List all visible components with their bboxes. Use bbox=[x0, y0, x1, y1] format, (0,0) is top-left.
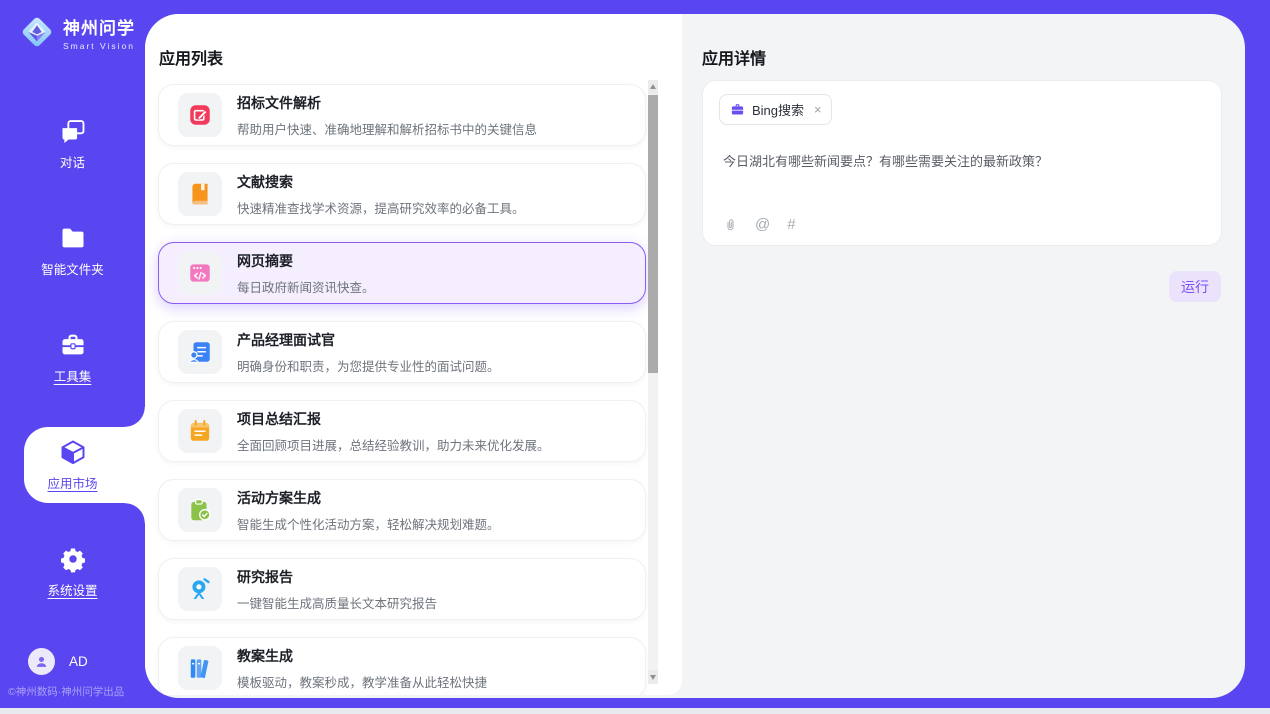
report-note-icon bbox=[178, 409, 222, 453]
diamond-logo-icon bbox=[18, 13, 56, 51]
app-card-name: 文献搜索 bbox=[237, 172, 525, 192]
sidebar-nav: 对话 智能文件夹 工具集 应用市场 系统设置 bbox=[0, 106, 145, 610]
app-card-web-summary[interactable]: 网页摘要 每日政府新闻资讯快查。 bbox=[158, 242, 646, 304]
app-card-project-summary[interactable]: 项目总结汇报 全面回顾项目进展，总结经验教训，助力未来优化发展。 bbox=[158, 400, 646, 462]
sidebar-item-settings[interactable]: 系统设置 bbox=[0, 534, 145, 610]
sidebar-item-chat[interactable]: 对话 bbox=[0, 106, 145, 182]
clipboard-check-icon bbox=[178, 488, 222, 532]
app-card-name: 活动方案生成 bbox=[237, 488, 500, 508]
scrollbar bbox=[648, 80, 658, 684]
edit-doc-icon bbox=[178, 93, 222, 137]
mention-icon[interactable]: @ bbox=[755, 216, 770, 233]
nav-item-label: 对话 bbox=[60, 152, 85, 171]
scrollbar-thumb[interactable] bbox=[648, 95, 658, 373]
scrollbar-down-button[interactable] bbox=[648, 670, 658, 684]
sidebar: 神州问学 Smart Vision 对话 智能文件夹 工具集 应用市场 系统设置… bbox=[0, 0, 145, 708]
app-list-title: 应用列表 bbox=[159, 45, 223, 69]
attachment-icon[interactable] bbox=[723, 217, 738, 233]
app-card-desc: 快速精准查找学术资源，提高研究效率的必备工具。 bbox=[237, 198, 525, 217]
cube-icon bbox=[59, 438, 87, 466]
research-icon bbox=[178, 567, 222, 611]
tool-tag-label: Bing搜索 bbox=[752, 100, 804, 119]
brand-subtitle: Smart Vision bbox=[63, 41, 135, 51]
app-detail-title: 应用详情 bbox=[702, 45, 766, 69]
briefcase-icon bbox=[730, 102, 745, 117]
toolbox-icon bbox=[59, 331, 87, 359]
books-icon bbox=[178, 646, 222, 690]
app-card-desc: 明确身份和职责，为您提供专业性的面试问题。 bbox=[237, 356, 500, 375]
app-card-name: 网页摘要 bbox=[237, 251, 375, 271]
user-row[interactable]: AD bbox=[28, 648, 88, 675]
brand-name: 神州问学 bbox=[63, 14, 135, 39]
web-code-icon bbox=[178, 251, 222, 295]
chat-icon bbox=[59, 117, 87, 145]
nav-item-label: 智能文件夹 bbox=[41, 259, 104, 278]
user-label: AD bbox=[69, 654, 88, 669]
app-detail-panel: 应用详情 Bing搜索 × 今日湖北有哪些新闻要点？有哪些需要关注的最新政策？ bbox=[682, 14, 1245, 698]
tool-tag-bing-search: Bing搜索 × bbox=[719, 94, 832, 125]
app-card-desc: 智能生成个性化活动方案，轻松解决规划难题。 bbox=[237, 514, 500, 533]
hash-icon[interactable]: # bbox=[787, 216, 795, 233]
close-icon[interactable]: × bbox=[814, 103, 822, 116]
book-icon bbox=[178, 172, 222, 216]
content-area: 应用列表 招标文件解析 帮助用户快速、准确地理解和解析招标书中的关键信息 文献搜… bbox=[145, 14, 1245, 698]
app-card-event-plan[interactable]: 活动方案生成 智能生成个性化活动方案，轻松解决规划难题。 bbox=[158, 479, 646, 541]
user-avatar-icon bbox=[28, 648, 55, 675]
sidebar-item-toolkit[interactable]: 工具集 bbox=[0, 320, 145, 396]
run-button[interactable]: 运行 bbox=[1169, 271, 1221, 302]
nav-item-label: 系统设置 bbox=[47, 580, 97, 599]
app-card-bid-doc-analysis[interactable]: 招标文件解析 帮助用户快速、准确地理解和解析招标书中的关键信息 bbox=[158, 84, 646, 146]
app-card-desc: 模板驱动，教案秒成，教学准备从此轻松快捷 bbox=[237, 672, 487, 691]
app-list: 招标文件解析 帮助用户快速、准确地理解和解析招标书中的关键信息 文献搜索 快速精… bbox=[158, 84, 646, 695]
app-card-desc: 全面回顾项目进展，总结经验教训，助力未来优化发展。 bbox=[237, 435, 550, 454]
sidebar-item-smart-folders[interactable]: 智能文件夹 bbox=[0, 213, 145, 289]
folder-icon bbox=[59, 224, 87, 252]
app-card-name: 招标文件解析 bbox=[237, 93, 537, 113]
app-card-name: 教案生成 bbox=[237, 646, 487, 666]
app-card-lesson-plan[interactable]: 教案生成 模板驱动，教案秒成，教学准备从此轻松快捷 bbox=[158, 637, 646, 695]
app-card-desc: 一键智能生成高质量长文本研究报告 bbox=[237, 593, 437, 612]
scrollbar-up-button[interactable] bbox=[648, 80, 658, 94]
app-card-name: 项目总结汇报 bbox=[237, 409, 550, 429]
interview-icon bbox=[178, 330, 222, 374]
app-list-panel: 应用列表 招标文件解析 帮助用户快速、准确地理解和解析招标书中的关键信息 文献搜… bbox=[145, 14, 682, 695]
gear-icon bbox=[59, 545, 87, 573]
sidebar-item-app-market[interactable]: 应用市场 bbox=[0, 427, 145, 503]
nav-item-label: 工具集 bbox=[54, 366, 92, 385]
input-toolbar: @ # bbox=[723, 216, 796, 233]
nav-item-label: 应用市场 bbox=[47, 473, 97, 492]
app-card-desc: 帮助用户快速、准确地理解和解析招标书中的关键信息 bbox=[237, 119, 537, 138]
prompt-input-card: Bing搜索 × 今日湖北有哪些新闻要点？有哪些需要关注的最新政策？ @ # bbox=[702, 80, 1222, 246]
app-card-name: 产品经理面试官 bbox=[237, 330, 500, 350]
app-card-research-report[interactable]: 研究报告 一键智能生成高质量长文本研究报告 bbox=[158, 558, 646, 620]
copyright-text: ©神州数码·神州问学出品 bbox=[8, 684, 124, 699]
brand-logo: 神州问学 Smart Vision bbox=[18, 13, 135, 51]
app-card-literature-search[interactable]: 文献搜索 快速精准查找学术资源，提高研究效率的必备工具。 bbox=[158, 163, 646, 225]
app-card-desc: 每日政府新闻资讯快查。 bbox=[237, 277, 375, 296]
query-input[interactable]: 今日湖北有哪些新闻要点？有哪些需要关注的最新政策？ bbox=[723, 151, 1201, 170]
app-card-name: 研究报告 bbox=[237, 567, 437, 587]
app-card-pm-interviewer[interactable]: 产品经理面试官 明确身份和职责，为您提供专业性的面试问题。 bbox=[158, 321, 646, 383]
